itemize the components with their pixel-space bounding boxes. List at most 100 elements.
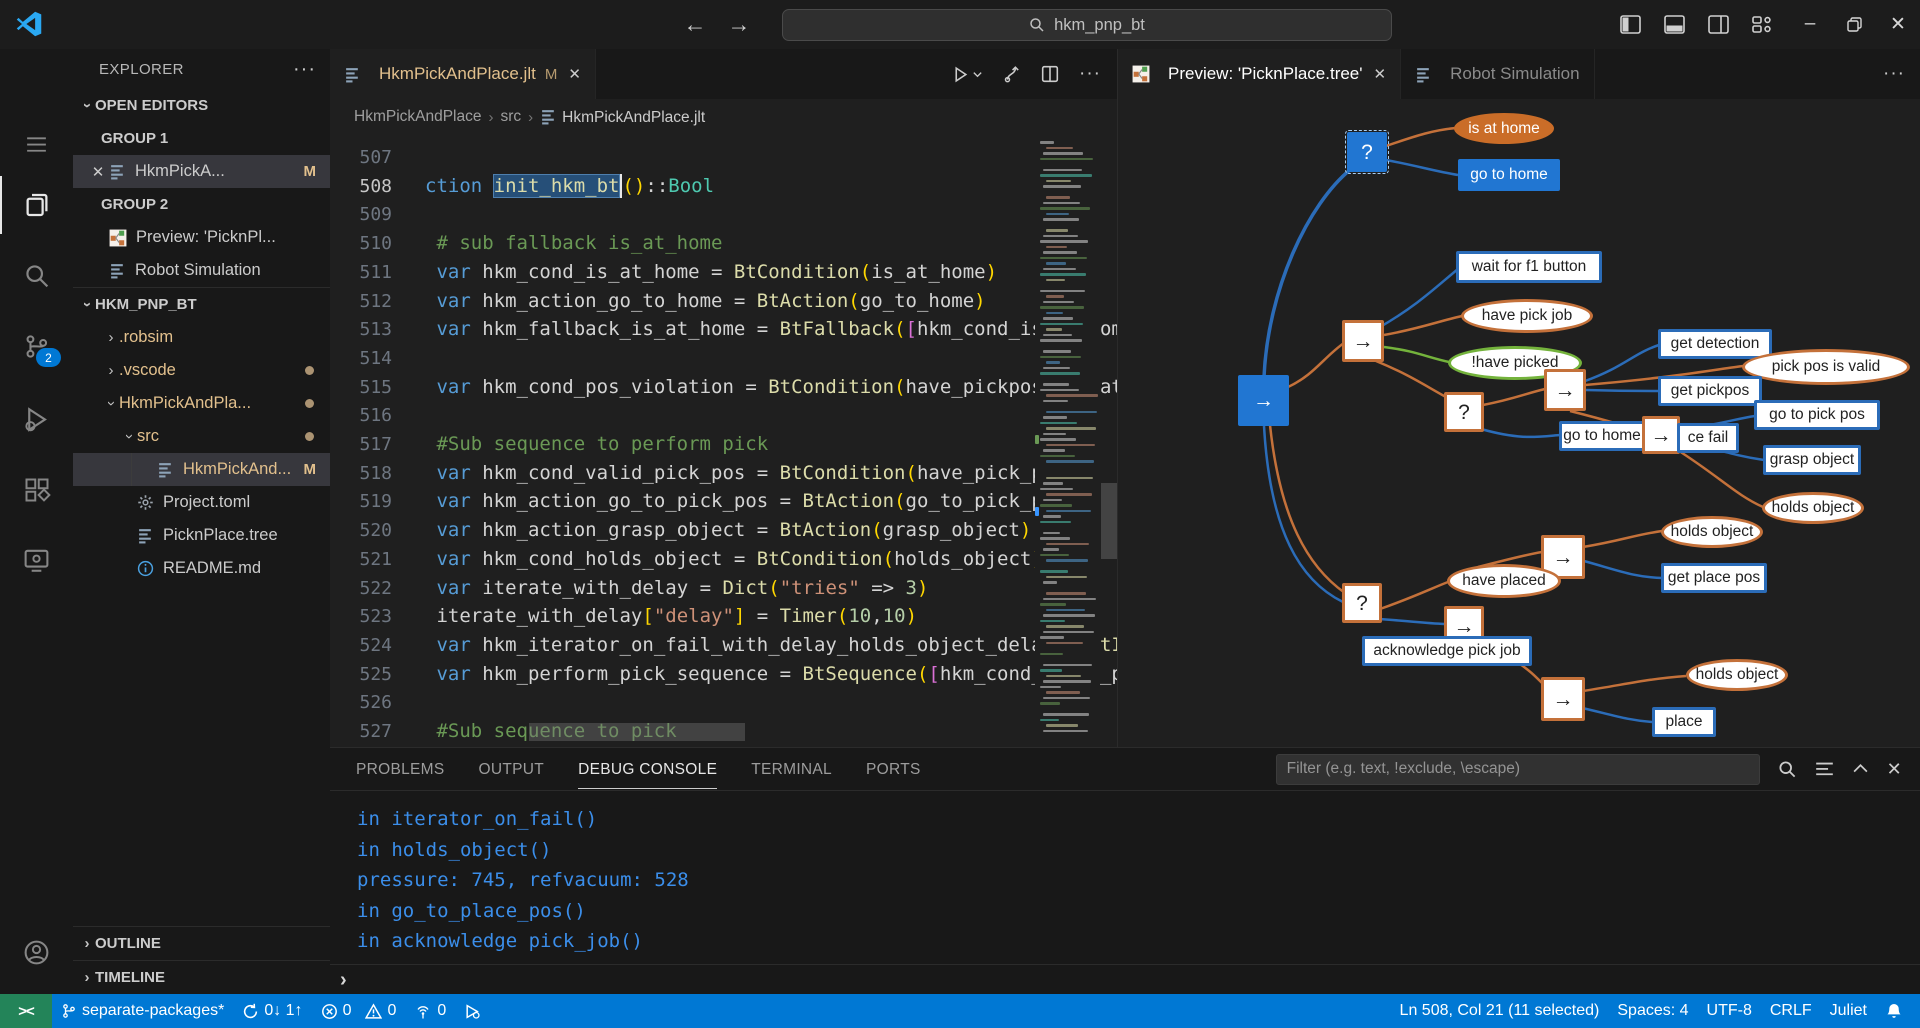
status-sync-changes[interactable]: 0↓ 1↑ xyxy=(233,994,311,1028)
code-line-512[interactable]: 512 var hkm_action_go_to_home = BtAction… xyxy=(330,287,986,316)
tab-robot-simulation[interactable]: Robot Simulation xyxy=(1401,49,1594,99)
status-cursor-position[interactable]: Ln 508, Col 21 (11 selected) xyxy=(1391,994,1609,1028)
console-filter-input[interactable] xyxy=(1276,754,1760,785)
open-editor-item[interactable]: Preview: 'PicknPl... xyxy=(73,221,330,254)
status-debug-console-toggle[interactable] xyxy=(455,994,490,1028)
code-line-524[interactable]: 524 var hkm_iterator_on_fail_with_delay_… xyxy=(330,631,1117,660)
remote-indicator[interactable]: >< xyxy=(0,994,52,1028)
tree-node-final-sequence[interactable]: → xyxy=(1541,677,1585,721)
close-icon[interactable]: ✕ xyxy=(87,163,109,181)
run-selection-button[interactable] xyxy=(1003,65,1021,83)
code-line-513[interactable]: 513 var hkm_fallback_is_at_home = BtFall… xyxy=(330,315,1117,344)
restore-button[interactable] xyxy=(1832,0,1876,48)
status-language-mode[interactable]: Juliet xyxy=(1821,994,1876,1028)
tree-node-have-pick-job[interactable]: have pick job xyxy=(1461,299,1593,333)
tree-node-fail-sequence[interactable]: → xyxy=(1642,416,1680,454)
status-git-branch[interactable]: separate-packages* xyxy=(52,994,233,1028)
tree-item-picknplace-tree[interactable]: PicknPlace.tree xyxy=(73,519,330,552)
tree-node-root-sequence[interactable]: → xyxy=(1238,375,1289,426)
panel-tab-ports[interactable]: PORTS xyxy=(866,750,921,789)
tab-close-icon[interactable]: ✕ xyxy=(1374,65,1387,83)
minimap[interactable] xyxy=(1035,135,1100,747)
collapse-all-icon[interactable] xyxy=(1815,760,1834,779)
tree-node-holds-object-right[interactable]: holds object xyxy=(1762,492,1864,524)
activity-bar-item-explorer[interactable] xyxy=(0,176,73,234)
behavior-tree-preview[interactable]: →?is at homego to home→wait for f1 butto… xyxy=(1118,99,1920,747)
code-line-517[interactable]: 517 #Sub sequence to perform pick xyxy=(330,430,768,459)
tree-node-pick-fallback[interactable]: ? xyxy=(1444,392,1484,432)
code-line-526[interactable]: 526 xyxy=(330,688,425,717)
tree-item-robsim[interactable]: ›.robsim xyxy=(73,321,330,354)
tree-node-get-detection[interactable]: get detection xyxy=(1658,329,1772,359)
tree-node-pick-pos-is-valid[interactable]: pick pos is valid xyxy=(1742,349,1910,385)
tree-item-hkmpickandpla[interactable]: ›HkmPickAndPla... xyxy=(73,387,330,420)
tree-node-announce-fail[interactable]: ce fail xyxy=(1677,423,1739,453)
customize-layout-button[interactable] xyxy=(1747,11,1777,37)
tree-node-place[interactable]: place xyxy=(1652,707,1716,737)
toggle-panel-button[interactable] xyxy=(1659,11,1689,37)
minimize-button[interactable]: – xyxy=(1788,0,1832,48)
tree-item-hkmpickand[interactable]: HkmPickAnd...M xyxy=(73,453,330,486)
more-actions-icon[interactable]: ··· xyxy=(1079,63,1101,85)
toggle-secondary-sidebar-button[interactable] xyxy=(1703,11,1733,37)
activity-bar-item-extensions[interactable] xyxy=(0,461,73,519)
vertical-scrollbar[interactable] xyxy=(1101,483,1117,559)
code-line-514[interactable]: 514 xyxy=(330,344,425,373)
nav-forward-button[interactable]: → xyxy=(722,8,756,40)
open-editors-header[interactable]: ›OPEN EDITORS xyxy=(73,89,330,122)
activity-bar-item-remote-explorer[interactable] xyxy=(0,531,73,589)
panel-tab-terminal[interactable]: TERMINAL xyxy=(751,750,832,789)
sidebar-section-outline[interactable]: ›OUTLINE xyxy=(73,926,330,960)
code-line-510[interactable]: 510 # sub fallback is_at_home xyxy=(330,229,722,258)
activity-bar-item-search[interactable] xyxy=(0,246,73,304)
panel-tab-problems[interactable]: PROBLEMS xyxy=(356,750,445,789)
status-encoding[interactable]: UTF-8 xyxy=(1698,994,1761,1028)
tree-node-holds-object-bottom[interactable]: holds object xyxy=(1686,659,1788,691)
breadcrumb-item[interactable]: HkmPickAndPlace xyxy=(354,108,482,126)
tree-node-holds-object-mid[interactable]: holds object xyxy=(1661,516,1763,548)
tree-node-detect-sequence[interactable]: → xyxy=(1544,369,1586,411)
run-button[interactable] xyxy=(952,66,983,83)
tree-node-top-fallback[interactable]: ? xyxy=(1347,132,1387,172)
nav-back-button[interactable]: ← xyxy=(678,8,712,40)
code-line-509[interactable]: 509 xyxy=(330,200,425,229)
horizontal-scrollbar[interactable] xyxy=(529,723,745,741)
tree-node-go-to-home-2[interactable]: go to home xyxy=(1559,421,1645,451)
sidebar-section-timeline[interactable]: ›TIMELINE xyxy=(73,960,330,994)
workspace-folder-header[interactable]: ›HKM_PNP_BT xyxy=(73,287,330,321)
code-line-521[interactable]: 521 var hkm_cond_holds_object = BtCondit… xyxy=(330,545,1043,574)
tree-node-go-to-home-active[interactable]: go to home xyxy=(1458,159,1560,191)
status-forwarded-ports[interactable]: 0 xyxy=(405,994,455,1028)
split-editor-button[interactable] xyxy=(1041,65,1059,83)
code-line-507[interactable]: 507 xyxy=(330,143,425,172)
breadcrumb-item[interactable]: HkmPickAndPlace.jlt xyxy=(540,108,705,127)
tree-node-acknowledge-pick-job[interactable]: acknowledge pick job xyxy=(1362,636,1532,666)
tree-item-readme-md[interactable]: README.md xyxy=(73,552,330,585)
sidebar-more-actions-button[interactable]: ··· xyxy=(293,58,316,81)
close-panel-icon[interactable]: ✕ xyxy=(1887,759,1902,780)
activity-bar-item-source-control[interactable]: 2 xyxy=(0,317,73,375)
more-actions-icon[interactable]: ··· xyxy=(1883,63,1905,85)
maximize-panel-icon[interactable] xyxy=(1852,761,1869,778)
notifications-bell-icon[interactable] xyxy=(1876,994,1912,1028)
status-eol[interactable]: CRLF xyxy=(1761,994,1821,1028)
code-line-508[interactable]: 508ction init_hkm_bt()::Bool xyxy=(330,172,714,201)
open-editor-item[interactable]: ✕HkmPickA...M xyxy=(73,155,330,188)
tree-item-src[interactable]: ›src xyxy=(73,420,330,453)
tree-node-pick-sequence[interactable]: → xyxy=(1342,320,1384,362)
tree-node-have-placed[interactable]: have placed xyxy=(1447,564,1561,598)
debug-console-prompt[interactable]: › xyxy=(330,964,1920,995)
tree-node-is-at-home[interactable]: is at home xyxy=(1454,113,1554,144)
activity-bar-item-menu[interactable] xyxy=(0,115,73,173)
breadcrumb-item[interactable]: src xyxy=(501,108,522,126)
code-line-525[interactable]: 525 var hkm_perform_pick_sequence = BtSe… xyxy=(330,660,1117,689)
tree-node-go-to-pick-pos[interactable]: go to pick pos xyxy=(1754,400,1880,430)
code-line-516[interactable]: 516 xyxy=(330,401,425,430)
code-line-511[interactable]: 511 var hkm_cond_is_at_home = BtConditio… xyxy=(330,258,997,287)
toggle-primary-sidebar-button[interactable] xyxy=(1615,11,1645,37)
status-problems[interactable]: 00 xyxy=(312,994,406,1028)
tab-hkmpickandplace[interactable]: HkmPickAndPlace.jlt M ✕ xyxy=(330,49,596,99)
tree-item-project-toml[interactable]: Project.toml xyxy=(73,486,330,519)
tab-preview-picknplace-tree[interactable]: Preview: 'PicknPlace.tree'✕ xyxy=(1118,49,1401,99)
code-line-515[interactable]: 515 var hkm_cond_pos_violation = BtCondi… xyxy=(330,373,1117,402)
